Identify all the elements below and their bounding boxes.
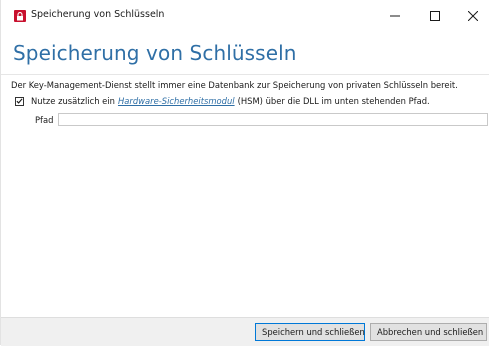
checkmark-icon bbox=[16, 98, 23, 104]
maximize-button[interactable] bbox=[415, 0, 455, 32]
maximize-icon bbox=[430, 11, 440, 21]
hsm-option-prefix: Nutze zusätzlich ein bbox=[31, 96, 115, 106]
path-input[interactable] bbox=[58, 113, 488, 126]
save-and-close-button[interactable]: Speichern und schließen bbox=[255, 323, 365, 341]
hsm-link[interactable]: Hardware-Sicherheitsmodul bbox=[118, 96, 235, 106]
title-bar[interactable]: Speicherung von Schlüsseln bbox=[1, 0, 489, 32]
dialog-window: Speicherung von Schlüsseln Speicherung v… bbox=[0, 0, 489, 346]
page-heading: Speicherung von Schlüsseln bbox=[13, 41, 297, 65]
hsm-option-suffix: (HSM) über die DLL im unten stehenden Pf… bbox=[237, 96, 430, 106]
minimize-button[interactable] bbox=[375, 0, 415, 32]
description-text: Der Key-Management-Dienst stellt immer e… bbox=[11, 80, 458, 90]
minimize-icon bbox=[390, 15, 400, 17]
dialog-footer: Speichern und schließen Abbrechen und sc… bbox=[1, 317, 489, 346]
app-lock-icon bbox=[14, 10, 26, 22]
close-icon bbox=[468, 11, 478, 21]
close-button[interactable] bbox=[453, 0, 489, 32]
heading-divider bbox=[1, 74, 489, 75]
hsm-checkbox[interactable] bbox=[15, 96, 24, 106]
window-title: Speicherung von Schlüsseln bbox=[31, 9, 165, 20]
hsm-option-row: Nutze zusätzlich ein Hardware-Sicherheit… bbox=[15, 96, 430, 106]
path-label: Pfad bbox=[35, 115, 54, 125]
cancel-and-close-button[interactable]: Abbrechen und schließen bbox=[370, 323, 487, 341]
